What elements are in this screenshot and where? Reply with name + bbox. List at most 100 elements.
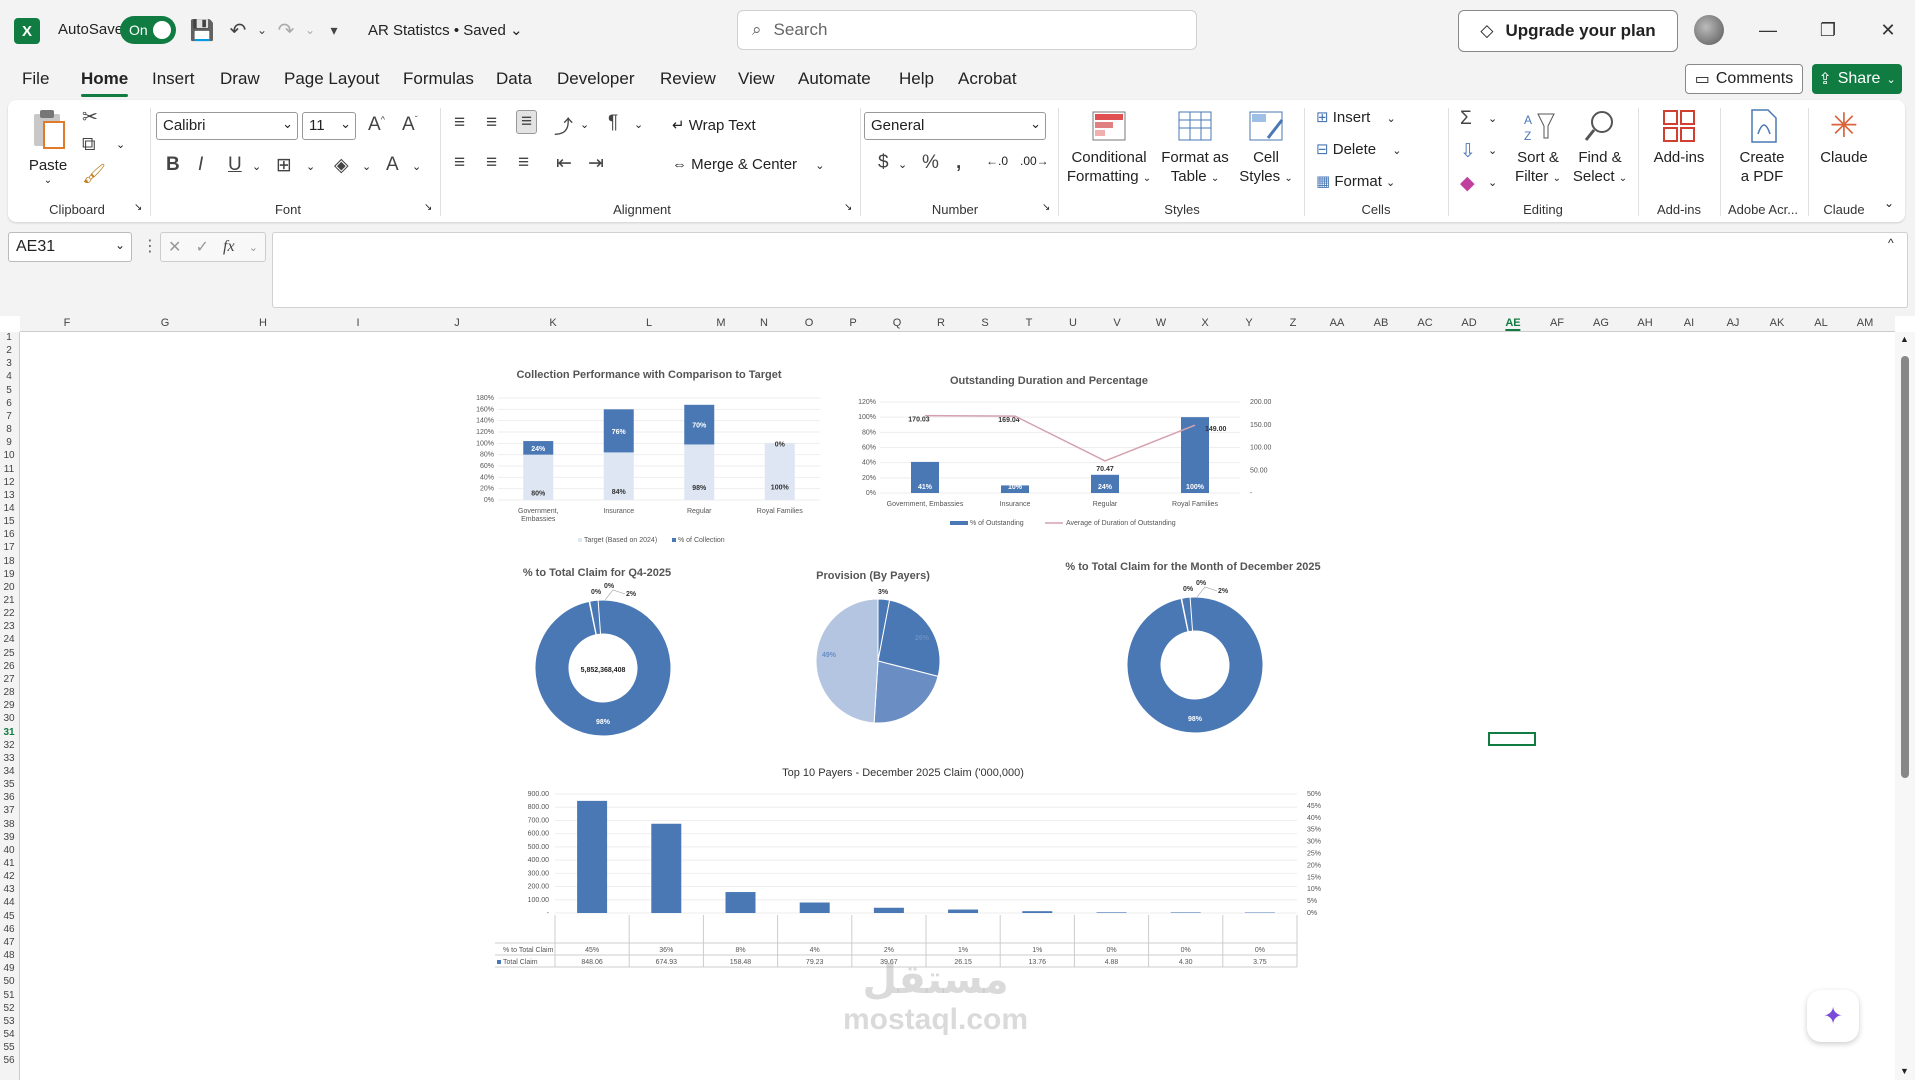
copy-icon[interactable]: ⧉ [82, 134, 96, 156]
dialog-launcher-icon[interactable]: ↘ [134, 202, 142, 213]
document-title[interactable]: AR Statistcs • Saved ⌄ [368, 21, 523, 39]
close-icon[interactable]: ✕ [1868, 14, 1908, 46]
dialog-launcher-icon[interactable]: ↘ [844, 202, 852, 213]
tab-data[interactable]: Data [496, 69, 532, 89]
formula-input[interactable] [272, 232, 1908, 308]
paste-button[interactable]: Paste ⌄ [24, 108, 72, 186]
customize-qat-icon[interactable]: ▾ [320, 16, 348, 44]
tab-acrobat[interactable]: Acrobat [958, 69, 1017, 89]
tab-help[interactable]: Help [899, 69, 934, 89]
name-box[interactable]: AE31 ⌄ [8, 232, 132, 262]
font-color-dropdown-icon[interactable]: ⌄ [412, 160, 421, 173]
tab-formulas[interactable]: Formulas [403, 69, 474, 89]
underline-dropdown-icon[interactable]: ⌄ [252, 160, 261, 173]
tab-page-layout[interactable]: Page Layout [284, 69, 379, 89]
dialog-launcher-icon[interactable]: ↘ [1042, 202, 1050, 213]
fill-color-icon[interactable]: ◈ [334, 154, 349, 177]
cancel-icon[interactable]: ✕ [168, 237, 181, 257]
decrease-indent-icon[interactable]: ⇤ [556, 152, 572, 175]
align-bottom-icon[interactable]: ≡ [516, 110, 538, 134]
format-cells-button[interactable]: ▦ Format ⌄ [1316, 172, 1395, 190]
align-top-icon[interactable]: ≡ [454, 112, 465, 134]
merge-center-button[interactable]: ⇔ Merge & Center ⌄ [672, 156, 824, 173]
tab-developer[interactable]: Developer [557, 69, 635, 89]
increase-decimal-icon[interactable]: ←.0 [986, 154, 1008, 168]
bold-icon[interactable]: B [166, 154, 180, 176]
claude-button[interactable]: ✳ Claude [1814, 108, 1874, 167]
text-direction-icon[interactable]: ¶ [608, 112, 618, 134]
avatar[interactable] [1694, 15, 1724, 45]
more-options-icon[interactable]: ⋮ [142, 236, 158, 256]
fill-dropdown-icon[interactable]: ⌄ [1488, 144, 1497, 157]
minimize-icon[interactable]: — [1748, 14, 1788, 46]
chart-provision-by-payers[interactable]: Provision (By Payers) 3% 26% 22% 49% [815, 570, 941, 724]
decrease-font-icon[interactable]: Aˇ [402, 114, 418, 136]
font-size-select[interactable]: 11 ⌄ [302, 112, 356, 140]
add-ins-button[interactable]: Add-ins [1646, 108, 1712, 167]
wrap-text-button[interactable]: ↵ Wrap Text [672, 116, 756, 134]
decrease-decimal-icon[interactable]: .00→ [1020, 154, 1049, 168]
chevron-up-icon[interactable]: ^ [1888, 236, 1894, 250]
format-as-table-button[interactable]: Format as Table ⌄ [1158, 108, 1232, 188]
currency-icon[interactable]: $ [878, 152, 889, 174]
autosave-toggle[interactable]: On [120, 16, 176, 44]
selected-cell[interactable] [1488, 732, 1536, 746]
tab-review[interactable]: Review [660, 69, 716, 89]
tab-home[interactable]: Home [81, 69, 128, 89]
font-name-select[interactable]: Calibri ⌄ [156, 112, 298, 140]
increase-font-icon[interactable]: A^ [368, 114, 385, 136]
tab-view[interactable]: View [738, 69, 775, 89]
text-direction-dropdown-icon[interactable]: ⌄ [634, 118, 643, 131]
number-format-select[interactable]: General ⌄ [864, 112, 1046, 140]
dialog-launcher-icon[interactable]: ↘ [424, 202, 432, 213]
chart-collection-performance[interactable]: Collection Performance with Comparison t… [476, 369, 820, 544]
conditional-formatting-button[interactable]: Conditional Formatting ⌄ [1064, 108, 1154, 188]
ribbon-collapse-icon[interactable]: ⌄ [1884, 196, 1894, 210]
borders-icon[interactable]: ⊞ [276, 154, 292, 177]
format-painter-icon[interactable]: 🖌 [82, 162, 106, 186]
align-right-icon[interactable]: ≡ [518, 152, 529, 174]
cut-icon[interactable]: ✂ [82, 106, 98, 129]
autosum-dropdown-icon[interactable]: ⌄ [1488, 112, 1497, 125]
currency-dropdown-icon[interactable]: ⌄ [898, 158, 907, 171]
underline-icon[interactable]: U [228, 154, 242, 176]
increase-indent-icon[interactable]: ⇥ [588, 152, 604, 175]
tab-insert[interactable]: Insert [152, 69, 195, 89]
confirm-icon[interactable]: ✓ [196, 237, 209, 257]
scroll-down-icon[interactable]: ▼ [1900, 1066, 1909, 1076]
insert-function-icon[interactable]: fx [223, 238, 235, 256]
delete-cells-button[interactable]: ⊟ Delete ⌄ [1316, 140, 1402, 158]
scroll-up-icon[interactable]: ▲ [1900, 334, 1909, 344]
find-select-button[interactable]: Find & Select ⌄ [1570, 108, 1630, 188]
scrollbar-thumb[interactable] [1901, 356, 1909, 778]
chart-outstanding-duration[interactable]: Outstanding Duration and Percentage 0% 20… [858, 375, 1271, 527]
italic-icon[interactable]: I [198, 154, 203, 176]
align-left-icon[interactable]: ≡ [454, 152, 465, 174]
cell-styles-button[interactable]: Cell Styles ⌄ [1236, 108, 1296, 188]
orientation-dropdown-icon[interactable]: ⌄ [580, 118, 589, 131]
comments-button[interactable]: ▭ Comments [1685, 64, 1803, 94]
restore-icon[interactable]: ❐ [1808, 14, 1848, 46]
fill-icon[interactable]: ⇩ [1460, 140, 1476, 163]
upgrade-plan-button[interactable]: ◇ Upgrade your plan [1458, 10, 1678, 52]
vertical-scrollbar[interactable]: ▲ ▼ [1895, 332, 1915, 1080]
chart-total-claim-december[interactable]: % to Total Claim for the Month of Decemb… [1065, 561, 1321, 734]
chart-top-10-payers[interactable]: Top 10 Payers - December 2025 Claim ('00… [495, 767, 1321, 968]
comma-style-icon[interactable]: , [956, 152, 961, 174]
create-pdf-button[interactable]: Create a PDF [1726, 108, 1798, 186]
tab-automate[interactable]: Automate [798, 69, 871, 89]
align-center-icon[interactable]: ≡ [486, 152, 497, 174]
share-button[interactable]: ⇪ Share ⌄ [1812, 64, 1902, 94]
font-color-icon[interactable]: A [386, 154, 399, 176]
insert-cells-button[interactable]: ⊞ Insert ⌄ [1316, 108, 1396, 126]
tab-draw[interactable]: Draw [220, 69, 260, 89]
tab-file[interactable]: File [22, 69, 49, 89]
percent-icon[interactable]: % [922, 152, 939, 174]
clear-dropdown-icon[interactable]: ⌄ [1488, 176, 1497, 189]
chart-total-claim-q4[interactable]: % to Total Claim for Q4-2025 98% 0%0% 2% 5… [523, 567, 672, 737]
copilot-button[interactable]: ✦ [1807, 990, 1859, 1042]
clear-icon[interactable]: ◆ [1460, 172, 1475, 195]
autosum-icon[interactable]: Σ [1460, 108, 1472, 130]
search-input[interactable]: ⌕ Search [737, 10, 1197, 50]
copy-dropdown-icon[interactable]: ⌄ [116, 138, 125, 151]
